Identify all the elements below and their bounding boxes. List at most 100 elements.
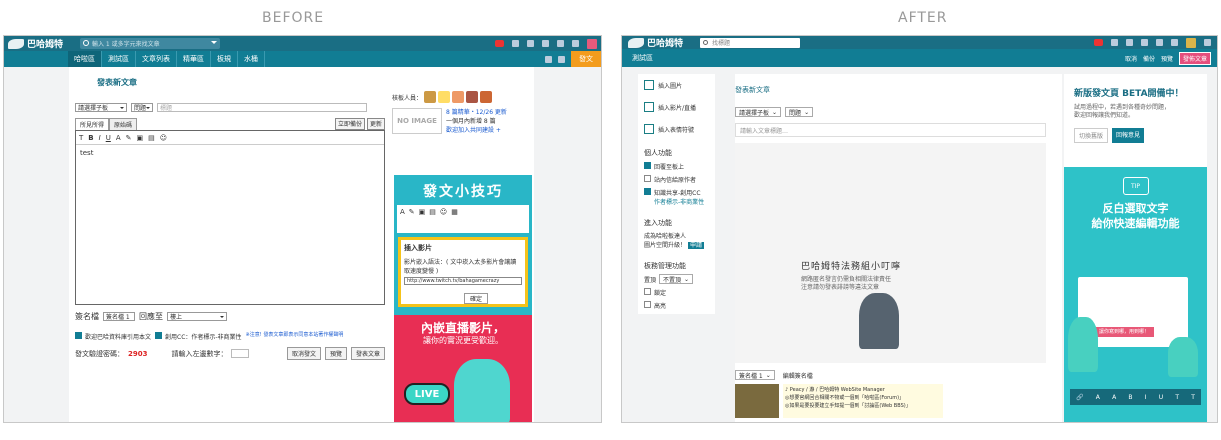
avatar[interactable] [466, 91, 479, 103]
avatar[interactable] [452, 91, 465, 103]
message-icon[interactable] [512, 40, 519, 47]
board-tabs: 哈啦區 測試區 文章列表 精華區 板規 水桶 發文 [4, 51, 601, 67]
tab-test[interactable]: 測試區 [102, 51, 136, 67]
flag-icon[interactable] [1156, 39, 1163, 46]
type-select[interactable]: 問題 ⌄ [785, 107, 814, 117]
editor-area[interactable]: T B I U A ✎ ▣ ▤ ☺ test [75, 130, 385, 305]
link-icon[interactable]: ✎ [126, 134, 132, 142]
switch-old-button[interactable]: 切換舊版 [1074, 128, 1109, 143]
reply-select[interactable]: 樓上 [167, 312, 227, 321]
sig-select[interactable]: 簽名檔 1 ⌄ [735, 370, 775, 380]
flag-icon[interactable] [557, 40, 564, 47]
insert-emoji-button[interactable]: 插入表情符號 [638, 118, 715, 140]
edit-icon[interactable] [558, 55, 565, 63]
emoji-icon[interactable]: ☺ [160, 134, 167, 142]
italic-icon[interactable]: I [99, 134, 101, 142]
avatar[interactable] [480, 91, 493, 103]
logo[interactable]: 巴哈姆特 [628, 36, 700, 49]
pin-select[interactable]: 不置頂 ⌄ [659, 274, 694, 284]
insert-image-label: 插入圖片 [658, 82, 683, 90]
tab-wysiwyg[interactable]: 所見所得 [75, 118, 110, 130]
image-icon[interactable]: ▣ [137, 134, 144, 142]
edit-signature-link[interactable]: 編輯簽名檔 [783, 371, 813, 380]
ok-button[interactable]: 確定 [464, 293, 488, 304]
tag-icon[interactable] [572, 40, 579, 47]
personal-section: 個人功能 回覆至板上 站內信給原作者 知識共享-創用CC 作者標示-非商業性 [638, 144, 715, 210]
subboard-select[interactable]: 請選擇子板 ⌄ [735, 107, 782, 117]
insert-image-button[interactable]: 插入圖片 [638, 74, 715, 96]
report-button[interactable]: 回報意見 [1112, 128, 1145, 143]
mail-icon[interactable] [542, 40, 549, 47]
cancel-button[interactable]: 取消 [1125, 54, 1137, 63]
copyright-notice[interactable]: ※注意! 發表文章即表示同意本站著作權聲明 [246, 331, 344, 338]
join-link[interactable]: 歡迎加入共同建設 + [446, 126, 507, 135]
cc-checkbox[interactable] [155, 332, 163, 339]
highlight-checkbox[interactable] [644, 301, 651, 308]
notification-icon[interactable] [495, 40, 504, 47]
underline-icon[interactable]: U [106, 134, 111, 142]
italic-icon: I [1144, 393, 1147, 401]
tab-bucket[interactable]: 水桶 [238, 51, 265, 67]
preview-button[interactable]: 預覽 [324, 347, 347, 360]
manage-section: 板務管理功能 置頂 不置頂 ⌄ 鎖定 高亮 [638, 257, 715, 314]
cancel-button[interactable]: 取消發文 [286, 347, 321, 360]
submit-button[interactable]: 發表文章 [350, 347, 385, 360]
db-quote-checkbox[interactable] [75, 332, 82, 339]
search-box[interactable]: 輸入 1 或多字元來找文章 [80, 38, 220, 49]
subboard-select[interactable]: 請選擇子板 [75, 103, 127, 112]
notification-icon[interactable] [1094, 39, 1103, 46]
update-button[interactable]: 更新 [366, 118, 385, 130]
tab-rules[interactable]: 板規 [211, 51, 238, 67]
logo[interactable]: 巴哈姆特 [8, 37, 80, 50]
font-size-icon[interactable]: T [79, 134, 83, 142]
search-box[interactable]: 找標題 [700, 37, 800, 48]
sig-select[interactable]: 簽名檔 1 [103, 312, 135, 321]
format-toolbar: 🔗 A A B I U T T [1070, 389, 1201, 405]
title-input[interactable]: 標題 [157, 103, 367, 112]
backup-button[interactable]: 備份 [1143, 54, 1155, 63]
editor-form: 請選擇子板 問題 標題 所見所得 原始碼 立即備份 更新 T B I U A ✎… [75, 97, 385, 360]
tab-list[interactable]: 文章列表 [136, 51, 177, 67]
font-color-icon[interactable]: A [116, 134, 121, 142]
insert-video-button[interactable]: 插入影片/直播 [638, 96, 715, 118]
tab-source[interactable]: 原始碼 [109, 118, 138, 130]
apply-button[interactable]: 申請 [687, 242, 704, 249]
tip-title: 反白選取文字 [1102, 202, 1169, 215]
cc-checkbox[interactable] [644, 188, 651, 195]
avatar[interactable] [424, 91, 437, 103]
advanced-section: 進入功能 成為哈啦板達人 圖片空間升級！ 申請 [638, 214, 715, 253]
video-icon[interactable]: ▤ [148, 134, 155, 142]
pm-checkbox[interactable] [644, 175, 651, 182]
tab-essence[interactable]: 精華區 [177, 51, 211, 67]
publish-button[interactable]: 發佈文章 [1178, 51, 1211, 65]
type-select-value: 問題 [789, 109, 802, 117]
side-stat[interactable]: 8 篇精華・12/26 更新 [446, 108, 507, 117]
backup-button[interactable]: 立即備份 [334, 118, 365, 130]
title-input[interactable]: 請輸入文章標題… [735, 123, 1046, 137]
post-button[interactable]: 發文 [571, 51, 601, 67]
beta-text: 歡迎回報讓我們知道。 [1074, 112, 1135, 119]
tag-icon[interactable] [1171, 39, 1178, 46]
avatar[interactable] [1186, 37, 1196, 48]
tab-forum[interactable]: 哈啦區 [68, 51, 102, 67]
video-url-input[interactable]: http://www.twitch.tv/bahagamecrazy [404, 277, 522, 285]
like-icon[interactable] [527, 40, 534, 47]
live-badge: LIVE [404, 383, 450, 405]
sig-select-value: 簽名檔 1 [106, 314, 130, 321]
editor-area[interactable]: 巴哈姆特法務組小叮嚀 網路匿名發言仍需負相關法律責任 注意請勿發表誹謗等違法文章 [735, 143, 1046, 363]
preview-button[interactable]: 預覽 [1161, 54, 1173, 63]
avatar[interactable] [438, 91, 451, 103]
reply-checkbox[interactable] [644, 162, 651, 169]
menu-icon[interactable] [1204, 39, 1211, 46]
lock-checkbox[interactable] [644, 288, 651, 295]
board-name[interactable]: 測試區 [632, 53, 653, 63]
avatar[interactable] [587, 38, 597, 49]
cc-sub-label[interactable]: 作者標示-非商業性 [654, 199, 704, 206]
bold-icon[interactable]: B [88, 134, 93, 142]
verify-input[interactable] [231, 349, 250, 358]
mail-icon[interactable] [1141, 39, 1148, 46]
type-select[interactable]: 問題 [131, 103, 153, 112]
message-icon[interactable] [1111, 39, 1118, 46]
like-icon[interactable] [1126, 39, 1133, 46]
tag-icon[interactable] [545, 55, 552, 63]
